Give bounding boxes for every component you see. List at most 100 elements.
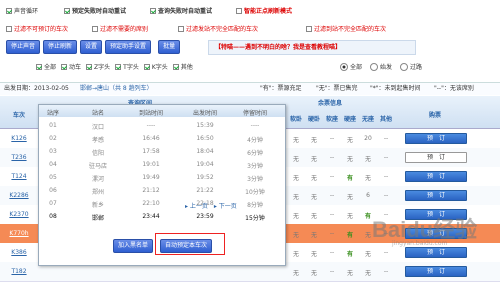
stop-row: 03 信阳 17:58 18:04 6分钟 bbox=[39, 145, 285, 158]
option-retry-query[interactable]: 查询失败时自动重试 bbox=[150, 6, 228, 15]
settings-button[interactable]: 设置 bbox=[80, 40, 103, 54]
checkbox[interactable] bbox=[178, 25, 184, 32]
type-t[interactable]: T字头 bbox=[115, 62, 139, 71]
checkbox[interactable] bbox=[6, 25, 12, 32]
col-hard-seat: 硬座 bbox=[343, 116, 356, 123]
stop-arr: 22:10 bbox=[142, 200, 160, 207]
checkbox[interactable] bbox=[306, 25, 312, 32]
stop-sound-button[interactable]: 停止声音 bbox=[6, 40, 41, 54]
train-number-link[interactable]: T182 bbox=[4, 268, 34, 275]
checkbox[interactable] bbox=[36, 63, 42, 70]
checkbox[interactable] bbox=[150, 7, 156, 14]
option-filter-departure[interactable]: 过滤发站不完全匹配的车次 bbox=[178, 24, 298, 33]
seat-cell: 无 bbox=[292, 194, 299, 201]
option-sound-loop[interactable]: 声音循环 bbox=[6, 6, 56, 15]
seat-cell: -- bbox=[383, 268, 389, 275]
stop-arr: 16:46 bbox=[142, 135, 160, 142]
train-number-link[interactable]: K2370 bbox=[4, 211, 34, 218]
stop-stay: 6分钟 bbox=[247, 150, 263, 157]
stop-arr: 21:12 bbox=[142, 187, 160, 194]
seat-cell: 无 bbox=[364, 156, 371, 163]
seat-cell: 无 bbox=[292, 213, 299, 220]
book-button[interactable]: 预 订 bbox=[405, 266, 467, 277]
option-filter-seat[interactable]: 过滤不需要的席别 bbox=[92, 24, 170, 33]
train-number-link[interactable]: K126 bbox=[4, 135, 34, 142]
checkbox[interactable] bbox=[61, 63, 68, 70]
book-button[interactable]: 预 订 bbox=[405, 190, 467, 201]
stop-row: 07 新乡 22:10 22:18 8分钟 bbox=[39, 197, 285, 210]
legend-soldout: "无"：票已售完 bbox=[316, 85, 358, 92]
batch-button[interactable]: 批量 bbox=[158, 40, 181, 54]
next-page-link[interactable]: ▸ 下一页 bbox=[214, 203, 237, 210]
radio-all[interactable]: 全部 bbox=[340, 62, 362, 71]
train-number-link[interactable]: K386 bbox=[4, 249, 34, 256]
option-retry-booking[interactable]: 预定失败时自动重试 bbox=[64, 6, 142, 15]
stop-no: 07 bbox=[49, 200, 57, 207]
seat-cell: 无 bbox=[310, 232, 317, 239]
radio-origin[interactable]: 始发 bbox=[370, 62, 392, 71]
checkbox[interactable] bbox=[236, 7, 242, 14]
checkbox[interactable] bbox=[143, 63, 150, 70]
seat-cell: -- bbox=[329, 154, 335, 161]
stops-popup: 站序 站名 到站时间 出发时间 停留时间 01 汉口 ---- 15:39 ---- 02… bbox=[38, 104, 286, 266]
stop-name: 信阳 bbox=[91, 150, 104, 157]
option-smart-refresh[interactable]: 智能正点刷新模式 bbox=[236, 6, 292, 15]
option-filter-unbookable[interactable]: 过滤不可预订的车次 bbox=[6, 24, 84, 33]
book-button[interactable]: 预 订 bbox=[405, 247, 467, 258]
col-book: 购票 bbox=[428, 112, 441, 119]
stop-name: 驻马店 bbox=[88, 163, 107, 170]
stop-dep: 18:04 bbox=[196, 148, 214, 155]
stop-row: 02 孝感 16:46 16:50 4分钟 bbox=[39, 132, 285, 145]
seat-cell: -- bbox=[329, 249, 335, 256]
seat-cell: 无 bbox=[310, 213, 317, 220]
seat-cell: 无 bbox=[292, 175, 299, 182]
stops-col-no: 站序 bbox=[46, 110, 59, 117]
seat-cell: 20 bbox=[364, 135, 372, 142]
type-all[interactable]: 全部 bbox=[36, 62, 56, 71]
option-filter-arrival[interactable]: 过滤到站不完全匹配的车次 bbox=[306, 24, 386, 33]
book-button[interactable]: 预 订 bbox=[405, 152, 467, 163]
stop-name: 汉口 bbox=[91, 124, 104, 131]
prev-page-link[interactable]: ▸ 上一页 bbox=[185, 203, 208, 210]
train-number-link[interactable]: T236 bbox=[4, 154, 34, 161]
col-soft-seat: 软座 bbox=[325, 116, 338, 123]
stop-no: 02 bbox=[49, 135, 57, 142]
seat-cell: 无 bbox=[292, 251, 299, 258]
stop-dep: 19:04 bbox=[196, 161, 214, 168]
train-number-link[interactable]: T124 bbox=[4, 173, 34, 180]
seat-cell: -- bbox=[383, 154, 389, 161]
add-blacklist-button[interactable]: 加入黑名单 bbox=[113, 239, 154, 253]
auto-book-button[interactable]: 自动预定本车次 bbox=[160, 239, 213, 253]
stop-row: 06 郑州 21:12 21:22 10分钟 bbox=[39, 184, 285, 197]
radio-icon[interactable] bbox=[400, 62, 409, 71]
checkbox[interactable] bbox=[86, 63, 93, 70]
type-z[interactable]: Z字头 bbox=[86, 62, 110, 71]
radio-icon[interactable] bbox=[370, 62, 379, 71]
seat-cell: 无 bbox=[292, 137, 299, 144]
tutorial-banner[interactable]: 【特喵——遇到不明白的啥？我是查看教程喵】 bbox=[208, 40, 416, 55]
seat-cell: 无 bbox=[346, 156, 353, 163]
seat-cell: 有 bbox=[346, 251, 353, 258]
train-number-link[interactable]: K770h bbox=[4, 230, 34, 237]
options-row-2: 过滤不可预订的车次 过滤不需要的席别 过滤发站不完全匹配的车次 过滤到站不完全匹… bbox=[6, 24, 394, 33]
checkbox[interactable] bbox=[92, 25, 98, 32]
stops-list: 01 汉口 ---- 15:39 ---- 02 孝感 16:46 16:50 4分钟 03 信阳 17… bbox=[39, 119, 285, 231]
checkbox[interactable] bbox=[115, 63, 122, 70]
departure-date: 出发日期：2013-02-05 bbox=[4, 85, 69, 92]
radio-icon[interactable] bbox=[340, 62, 348, 71]
stop-no: 08 bbox=[49, 213, 57, 220]
book-button[interactable]: 预 订 bbox=[405, 133, 467, 144]
checkbox[interactable] bbox=[6, 7, 12, 14]
book-button[interactable]: 预 订 bbox=[405, 171, 467, 182]
type-other[interactable]: 其他 bbox=[172, 62, 193, 71]
stop-refresh-button[interactable]: 停止刷新 bbox=[43, 40, 78, 54]
assistant-settings-button[interactable]: 预定助手设置 bbox=[105, 40, 152, 54]
checkbox[interactable] bbox=[172, 63, 179, 70]
seat-cell: -- bbox=[383, 249, 389, 256]
type-emu[interactable]: 动车 bbox=[61, 62, 81, 71]
train-number-link[interactable]: K2286 bbox=[4, 192, 34, 199]
type-k[interactable]: K字头 bbox=[143, 62, 168, 71]
stops-col-stay: 停留时间 bbox=[242, 110, 267, 117]
checkbox[interactable] bbox=[64, 7, 70, 14]
radio-passing[interactable]: 过路 bbox=[400, 62, 422, 71]
